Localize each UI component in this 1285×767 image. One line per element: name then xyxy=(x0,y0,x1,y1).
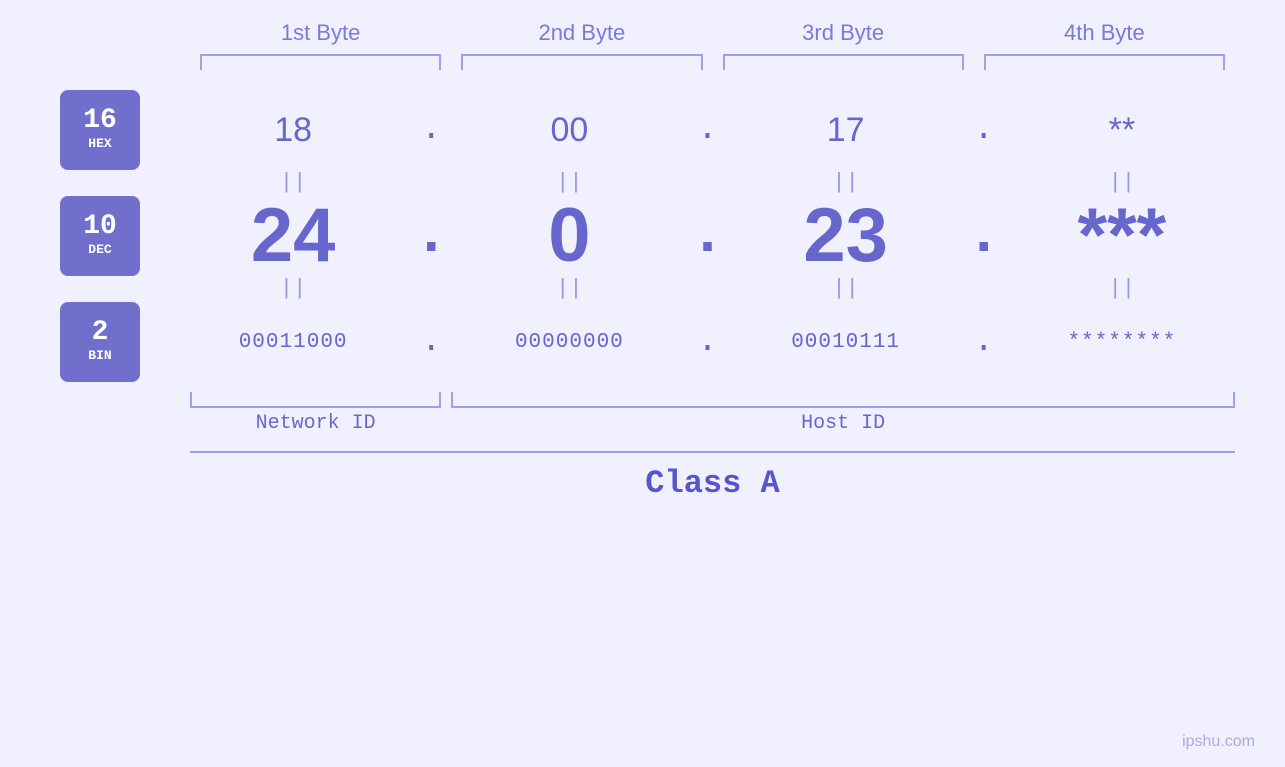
bin-dot-1: . xyxy=(406,323,456,361)
class-bracket-line xyxy=(190,451,1235,453)
network-bracket xyxy=(190,392,441,408)
eq-sep-4 xyxy=(406,276,456,302)
dec-b4: *** xyxy=(1009,202,1235,270)
hex-badge-number: 16 xyxy=(83,107,117,135)
eq-2-b3: || xyxy=(733,276,959,302)
host-section: Host ID xyxy=(451,392,1235,435)
eq-badge-slot-2 xyxy=(50,276,180,302)
bottom-brackets: Network ID Host ID xyxy=(50,392,1235,435)
hex-row: 16 HEX 18 . 00 . 17 . ** xyxy=(50,90,1235,170)
dec-badge: 10 DEC xyxy=(60,196,140,276)
byte3-header: 3rd Byte xyxy=(713,20,974,54)
dec-dot-3: . xyxy=(959,202,1009,270)
eq-2-b4: || xyxy=(1009,276,1235,302)
equals-row-2: || || || || xyxy=(50,276,1235,302)
bracket-4 xyxy=(984,54,1225,70)
byte2-header: 2nd Byte xyxy=(451,20,712,54)
byte1-header: 1st Byte xyxy=(190,20,451,54)
hex-badge-slot: 16 HEX xyxy=(50,90,180,170)
byte4-header: 4th Byte xyxy=(974,20,1235,54)
byte-headers: 1st Byte 2nd Byte 3rd Byte 4th Byte xyxy=(50,20,1235,54)
bin-badge: 2 BIN xyxy=(60,302,140,382)
network-id-label: Network ID xyxy=(190,412,451,435)
bin-b2: 00000000 xyxy=(456,331,682,354)
bin-badge-slot: 2 BIN xyxy=(50,302,180,382)
eq-cells-2: || || || || xyxy=(180,276,1235,302)
eq-sep-2 xyxy=(683,170,733,196)
bin-dot-3: . xyxy=(959,323,1009,361)
dec-badge-label: DEC xyxy=(88,241,111,259)
bin-b1: 00011000 xyxy=(180,331,406,354)
dec-dot-1: . xyxy=(406,202,456,270)
equals-row-1: || || || || xyxy=(50,170,1235,196)
bin-b4: ******** xyxy=(1009,331,1235,354)
network-section: Network ID xyxy=(190,392,451,435)
hex-values: 18 . 00 . 17 . ** xyxy=(180,111,1235,150)
top-brackets xyxy=(50,54,1235,70)
bin-badge-label: BIN xyxy=(88,347,111,365)
hex-b4: ** xyxy=(1009,111,1235,150)
hex-dot-3: . xyxy=(959,111,1009,149)
hex-dot-2: . xyxy=(683,111,733,149)
class-label: Class A xyxy=(190,459,1235,508)
hex-b3: 17 xyxy=(733,111,959,150)
bin-b3: 00010111 xyxy=(733,331,959,354)
bracket-2 xyxy=(461,54,702,70)
hex-dot-1: . xyxy=(406,111,456,149)
bracket-3 xyxy=(723,54,964,70)
host-bracket xyxy=(451,392,1235,408)
eq-2-b2: || xyxy=(456,276,682,302)
hex-badge-label: HEX xyxy=(88,135,111,153)
dec-badge-slot: 10 DEC xyxy=(50,196,180,276)
dec-row: 10 DEC 24 . 0 . 23 . *** xyxy=(50,196,1235,276)
host-id-label: Host ID xyxy=(451,412,1235,435)
eq-sep-3 xyxy=(959,170,1009,196)
dec-b2: 0 xyxy=(456,202,682,270)
eq-sep-6 xyxy=(959,276,1009,302)
dec-b1: 24 xyxy=(180,202,406,270)
bin-dot-2: . xyxy=(683,323,733,361)
dec-values: 24 . 0 . 23 . *** xyxy=(180,202,1235,270)
class-section: Class A xyxy=(50,451,1235,508)
bin-values: 00011000 . 00000000 . 00010111 . *******… xyxy=(180,323,1235,361)
bin-row: 2 BIN 00011000 . 00000000 . 00010111 . *… xyxy=(50,302,1235,382)
main-container: 1st Byte 2nd Byte 3rd Byte 4th Byte 16 H… xyxy=(0,0,1285,767)
eq-sep-1 xyxy=(406,170,456,196)
hex-b2: 00 xyxy=(456,111,682,150)
hex-badge: 16 HEX xyxy=(60,90,140,170)
dec-badge-number: 10 xyxy=(83,213,117,241)
dec-dot-2: . xyxy=(683,202,733,270)
eq-sep-5 xyxy=(683,276,733,302)
eq-badge-slot-1 xyxy=(50,170,180,196)
hex-b1: 18 xyxy=(180,111,406,150)
bin-badge-number: 2 xyxy=(92,319,109,347)
watermark: ipshu.com xyxy=(1182,733,1255,751)
dec-b3: 23 xyxy=(733,202,959,270)
eq-2-b1: || xyxy=(180,276,406,302)
bracket-1 xyxy=(200,54,441,70)
